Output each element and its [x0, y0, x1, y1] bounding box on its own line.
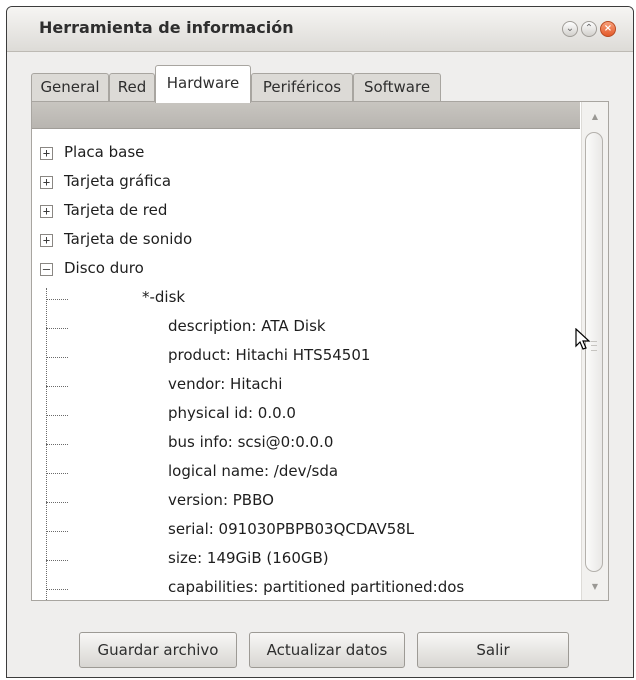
tree-row[interactable]: serial: 091030PBPB03QCDAV58L [32, 517, 580, 546]
tree-row[interactable]: capabilities: partitioned partitioned:do… [32, 575, 580, 600]
tree-category-tarjeta-sonido[interactable]: + Tarjeta de sonido [32, 227, 580, 255]
tree-branch-line [46, 473, 68, 474]
tree-row[interactable]: vendor: Hitachi [32, 372, 580, 401]
minimize-button[interactable]: ⌄ [562, 21, 578, 37]
tree-row[interactable]: physical id: 0.0.0 [32, 401, 580, 430]
tree-category-disco-duro[interactable]: – Disco duro [32, 256, 580, 284]
close-window-button[interactable]: × [600, 21, 616, 37]
refresh-data-button[interactable]: Actualizar datos [249, 632, 405, 668]
tree-branch-line [46, 415, 68, 416]
tree-row[interactable]: logical name: /dev/sda [32, 459, 580, 488]
tree-branch-line [46, 589, 68, 590]
expand-icon[interactable]: + [40, 234, 53, 247]
tree-row[interactable]: version: PBBO [32, 488, 580, 517]
exit-button[interactable]: Salir [417, 632, 569, 668]
tree-row[interactable]: bus info: scsi@0:0.0.0 [32, 430, 580, 459]
tree-branch-line [46, 386, 68, 387]
hardware-tree-panel: + Placa base + Tarjeta gráfica + Tarjeta… [31, 101, 609, 601]
tree-branch-line [46, 299, 68, 300]
tree-branch-line [46, 560, 68, 561]
mouse-pointer-icon [575, 328, 591, 350]
chevron-up-icon: ⌃ [584, 23, 594, 34]
tree-row[interactable]: description: ATA Disk [32, 314, 580, 343]
tree-category-tarjeta-grafica[interactable]: + Tarjeta gráfica [32, 169, 580, 197]
scroll-up-arrow-icon[interactable]: ▲ [582, 110, 608, 124]
tree-row[interactable]: product: Hitachi HTS54501 [32, 343, 580, 372]
title-bar[interactable]: Herramienta de información ⌄ ⌃ × [7, 7, 633, 52]
tree-category-placa-base[interactable]: + Placa base [32, 140, 580, 168]
window-title: Herramienta de información [39, 18, 294, 37]
collapse-icon[interactable]: – [40, 263, 53, 276]
tree-branch-line [46, 328, 68, 329]
tree-category-tarjeta-red[interactable]: + Tarjeta de red [32, 198, 580, 226]
expand-icon[interactable]: + [40, 205, 53, 218]
scrollbar-thumb[interactable] [585, 132, 603, 572]
tab-red[interactable]: Red [109, 73, 155, 101]
tree-branch-line [46, 531, 68, 532]
tree-row-disk[interactable]: *-disk [32, 285, 580, 314]
tree-column-header[interactable] [32, 102, 580, 129]
tree-branch-line [46, 444, 68, 445]
chevron-down-icon: ⌄ [565, 23, 575, 34]
tab-general[interactable]: General [31, 73, 109, 101]
info-tool-window: Herramienta de información ⌄ ⌃ × General… [6, 6, 634, 678]
close-icon: × [603, 23, 613, 34]
tab-software[interactable]: Software [353, 73, 441, 101]
maximize-button[interactable]: ⌃ [581, 21, 597, 37]
scroll-down-arrow-icon[interactable]: ▼ [582, 580, 608, 594]
expand-icon[interactable]: + [40, 147, 53, 160]
tree-branch-line [46, 502, 68, 503]
tab-hardware[interactable]: Hardware [155, 65, 251, 103]
tree-row[interactable]: size: 149GiB (160GB) [32, 546, 580, 575]
tree-branch-line [46, 357, 68, 358]
save-file-button[interactable]: Guardar archivo [79, 632, 237, 668]
expand-icon[interactable]: + [40, 176, 53, 189]
tab-perifericos[interactable]: Periféricos [251, 73, 353, 101]
